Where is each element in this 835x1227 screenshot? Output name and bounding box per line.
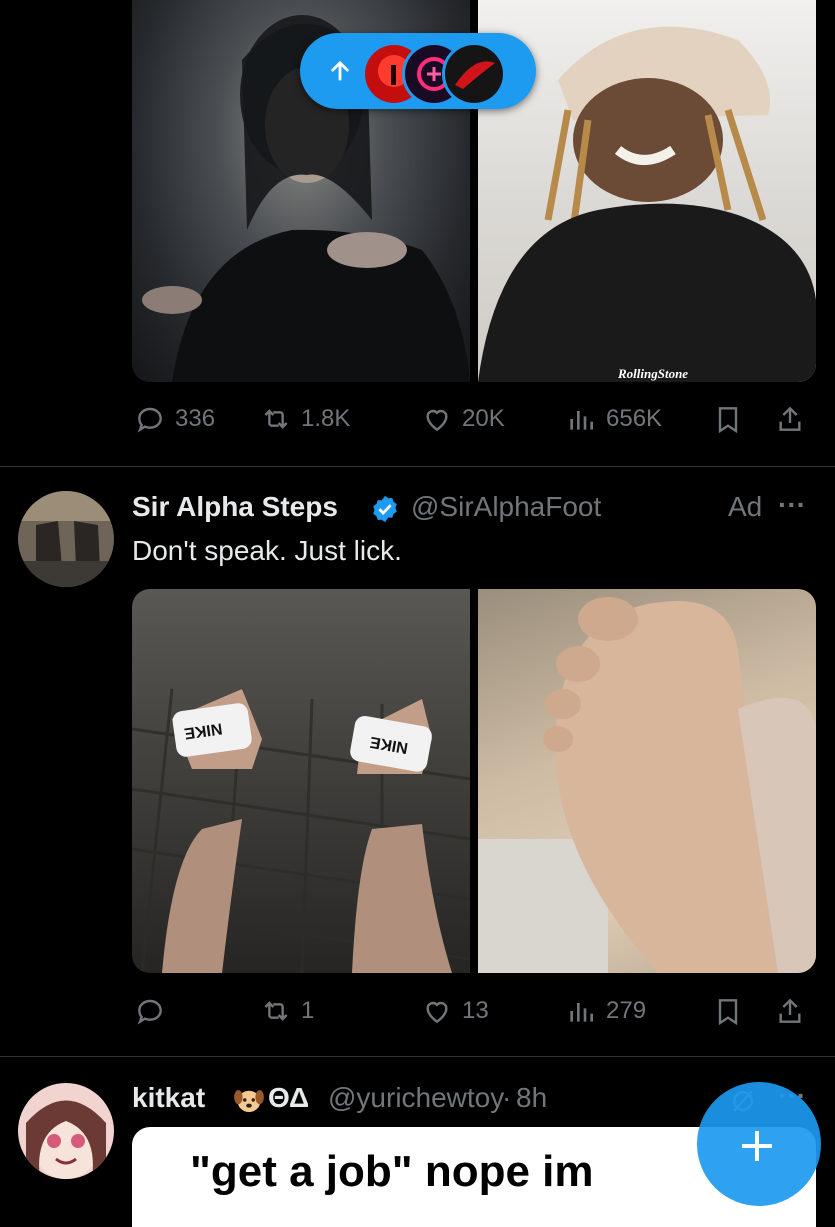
heart-icon — [426, 1001, 448, 1024]
compose-post-button[interactable] — [697, 1082, 821, 1206]
avatar[interactable] — [18, 1083, 114, 1179]
reply-button[interactable] — [134, 991, 175, 1031]
anime-avatar-image — [18, 1083, 114, 1179]
like-count: 20K — [462, 405, 505, 432]
post2-media-left[interactable]: NIKE NIKE — [132, 589, 470, 973]
bookmark-icon — [718, 407, 738, 434]
reply-icon — [137, 999, 162, 1025]
author-name[interactable]: kitkat — [132, 1082, 205, 1114]
share-button[interactable] — [774, 991, 806, 1031]
ad-label: Ad — [728, 491, 763, 522]
like-button[interactable]: 20K — [421, 399, 505, 439]
image-caption: "get a job" nope im — [190, 1147, 594, 1196]
slides-photo — [132, 688, 470, 973]
foot-photo — [478, 597, 816, 973]
like-button[interactable]: 13 — [421, 991, 489, 1031]
bookmark-icon — [718, 999, 738, 1026]
share-icon — [779, 406, 801, 431]
separator-dot: · — [502, 1082, 512, 1113]
view-count: 656K — [606, 405, 663, 432]
heart-icon — [426, 409, 448, 432]
dog-emoji-icon — [234, 1090, 264, 1113]
repost-button[interactable]: 1 — [260, 991, 314, 1031]
post2-action-bar: 1 13 279 — [132, 991, 812, 1031]
author-name[interactable]: Sir Alpha Steps — [132, 491, 338, 523]
name-suffix: ΘΔ — [268, 1082, 310, 1113]
avatar[interactable] — [18, 491, 114, 587]
post2-header: Sir Alpha Steps @SirAlphaFoot Ad ··· — [132, 489, 822, 529]
like-count: 13 — [462, 997, 489, 1024]
post-text: Don't speak. Just lick. — [132, 535, 402, 566]
share-button[interactable] — [774, 399, 806, 439]
boots-avatar-image — [18, 491, 114, 587]
repost-icon — [264, 1001, 288, 1021]
repost-count: 1.8K — [301, 405, 351, 432]
views-button[interactable]: 656K — [565, 399, 662, 439]
reply-icon — [137, 407, 162, 433]
post2-media-right[interactable] — [478, 589, 816, 973]
rollingstone-watermark: RollingStone — [618, 366, 689, 381]
repost-icon — [264, 409, 288, 429]
more-options-button[interactable]: ··· — [778, 489, 806, 521]
new-posts-pill[interactable] — [300, 33, 536, 109]
views-icon — [570, 1003, 593, 1022]
post1-action-bar: 336 1.8K 20K 656K — [132, 399, 812, 439]
repost-count: 1 — [301, 997, 315, 1024]
author-handle[interactable]: @SirAlphaFoot — [411, 491, 601, 523]
reply-button[interactable]: 336 — [134, 399, 215, 439]
share-icon — [779, 998, 801, 1023]
views-icon — [570, 411, 593, 430]
view-count: 279 — [606, 997, 647, 1024]
post-time[interactable]: 8h — [516, 1082, 547, 1114]
bookmark-button[interactable] — [712, 991, 744, 1031]
author-handle[interactable]: @yurichewtoy — [328, 1082, 504, 1114]
bookmark-button[interactable] — [712, 399, 744, 439]
reply-count: 336 — [175, 405, 216, 432]
verified-badge-icon — [373, 495, 397, 523]
new-post-avatar-3 — [442, 42, 506, 106]
arrow-up-icon — [330, 60, 350, 81]
plus-icon — [742, 1131, 772, 1161]
repost-button[interactable]: 1.8K — [260, 399, 350, 439]
views-button[interactable]: 279 — [565, 991, 646, 1031]
post-2[interactable]: Sir Alpha Steps @SirAlphaFoot Ad ··· Don… — [0, 467, 835, 1055]
